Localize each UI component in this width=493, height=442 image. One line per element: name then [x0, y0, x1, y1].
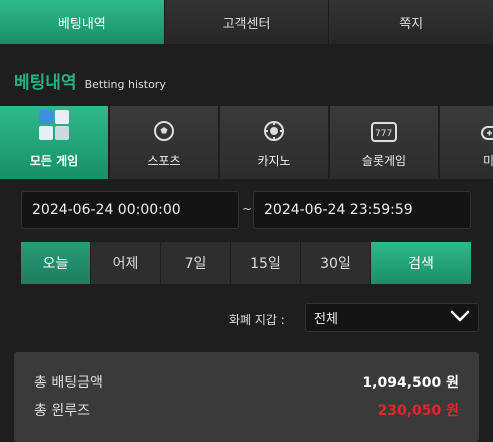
svg-text:777: 777: [375, 129, 392, 139]
slot-machine-icon: 777: [371, 122, 397, 142]
start-date-input[interactable]: 2024-06-24 00:00:00: [21, 191, 239, 229]
tab-betting-history[interactable]: 베팅내역: [0, 0, 165, 44]
total-bet-value: 1,094,500 원: [362, 375, 459, 391]
page-title-english: Betting history: [84, 78, 166, 91]
period-15days-button[interactable]: 15일: [231, 242, 301, 284]
game-category-bar: 모든 게임 스포츠 카지노 777 슬롯게임 미: [0, 106, 493, 179]
tab-customer-center[interactable]: 고객센터: [164, 0, 330, 44]
period-filter: 오늘 어제 7일 15일 30일: [21, 242, 371, 284]
all-games-icon: [37, 108, 71, 142]
category-casino[interactable]: 카지노: [220, 106, 328, 179]
category-all-games[interactable]: 모든 게임: [0, 106, 108, 179]
search-button[interactable]: 검색: [371, 242, 471, 284]
page-title-korean: 베팅내역: [14, 73, 77, 93]
gamepad-icon: [481, 124, 493, 142]
currency-wallet-value: 전체: [314, 312, 338, 327]
soccer-ball-icon: [153, 120, 175, 142]
currency-wallet-select[interactable]: 전체: [305, 303, 479, 332]
page-title: 베팅내역 Betting history: [14, 68, 166, 93]
total-winloss-row: 총 윈루즈 230,050 원: [34, 400, 459, 420]
period-30days-button[interactable]: 30일: [301, 242, 371, 284]
period-yesterday-button[interactable]: 어제: [91, 242, 161, 284]
category-sports[interactable]: 스포츠: [110, 106, 218, 179]
period-today-button[interactable]: 오늘: [21, 242, 91, 284]
category-label: 모든 게임: [29, 154, 79, 168]
tab-messages[interactable]: 쪽지: [329, 0, 493, 44]
category-label: 슬롯게임: [361, 154, 407, 168]
category-mini[interactable]: 미니: [440, 106, 493, 179]
top-tab-bar: 베팅내역 고객센터 쪽지: [0, 0, 493, 44]
category-label: 미니: [482, 154, 493, 168]
total-winloss-label: 총 윈루즈: [34, 403, 90, 419]
category-label: 카지노: [257, 154, 291, 168]
end-date-input[interactable]: 2024-06-24 23:59:59: [253, 191, 471, 229]
date-range-separator: ~: [242, 202, 253, 216]
total-winloss-value: 230,050 원: [377, 403, 459, 419]
period-7days-button[interactable]: 7일: [161, 242, 231, 284]
casino-chip-icon: [263, 120, 285, 142]
betting-summary-panel: 총 배팅금액 1,094,500 원 총 윈루즈 230,050 원: [14, 352, 479, 442]
category-slots[interactable]: 777 슬롯게임: [330, 106, 438, 179]
chevron-down-icon: [450, 310, 470, 326]
total-bet-row: 총 배팅금액 1,094,500 원: [34, 372, 459, 392]
currency-wallet-label: 화폐 지갑 :: [229, 313, 285, 327]
total-bet-label: 총 배팅금액: [34, 375, 103, 391]
category-label: 스포츠: [147, 154, 181, 168]
